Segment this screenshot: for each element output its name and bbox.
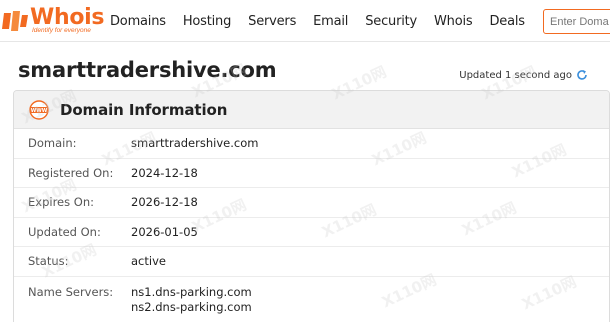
row-value: 2026-12-18 [131, 195, 198, 210]
row-value: active [131, 254, 166, 269]
info-row-updated: Updated On: 2026-01-05 [14, 218, 609, 247]
nav-item-domains[interactable]: Domains [110, 14, 166, 29]
svg-text:WWW: WWW [31, 108, 48, 114]
row-value-list: ns1.dns-parking.com ns2.dns-parking.com [131, 285, 252, 315]
card-title: Domain Information [60, 100, 228, 119]
info-row-status: Status: active [14, 247, 609, 277]
refresh-icon[interactable] [576, 69, 588, 81]
nav-item-hosting[interactable]: Hosting [183, 14, 232, 29]
name-server-2: ns2.dns-parking.com [131, 299, 252, 314]
updated-text: Updated 1 second ago [459, 69, 572, 81]
info-row-registered: Registered On: 2024-12-18 [14, 159, 609, 188]
row-label: Status: [28, 254, 69, 269]
page-title: smarttradershive.com [18, 58, 277, 82]
row-value: 2024-12-18 [131, 165, 198, 180]
main-nav: Domains Hosting Servers Email Security W… [110, 0, 542, 42]
row-label: Updated On: [28, 224, 101, 239]
row-label: Expires On: [28, 195, 94, 210]
row-value: 2026-01-05 [131, 224, 198, 239]
updated-status: Updated 1 second ago [459, 69, 588, 81]
top-navigation-bar: Whois Identify for everyone Domains Host… [0, 0, 610, 42]
domain-search-box [543, 9, 610, 34]
domain-search-input[interactable] [544, 10, 610, 33]
card-header: WWW Domain Information [14, 91, 609, 129]
row-label: Name Servers: [28, 284, 114, 299]
nav-item-servers[interactable]: Servers [248, 14, 296, 29]
www-icon: WWW [29, 99, 49, 120]
row-label: Domain: [28, 136, 77, 151]
row-value: smarttradershive.com [131, 136, 259, 151]
nav-item-security[interactable]: Security [365, 14, 417, 29]
logo-mark-icon [2, 11, 28, 31]
info-row-name-servers: Name Servers: ns1.dns-parking.com ns2.dn… [14, 277, 609, 315]
brand-tagline: Identify for everyone [32, 27, 91, 34]
domain-information-card: WWW Domain Information Domain: smarttrad… [13, 90, 610, 322]
name-server-1: ns1.dns-parking.com [131, 284, 252, 299]
row-label: Registered On: [28, 165, 114, 180]
info-row-expires: Expires On: 2026-12-18 [14, 188, 609, 218]
nav-item-email[interactable]: Email [313, 14, 348, 29]
info-row-domain: Domain: smarttradershive.com [14, 129, 609, 159]
nav-item-whois[interactable]: Whois [434, 14, 473, 29]
whois-logo[interactable]: Whois Identify for everyone [2, 5, 104, 36]
nav-item-deals[interactable]: Deals [489, 14, 525, 29]
